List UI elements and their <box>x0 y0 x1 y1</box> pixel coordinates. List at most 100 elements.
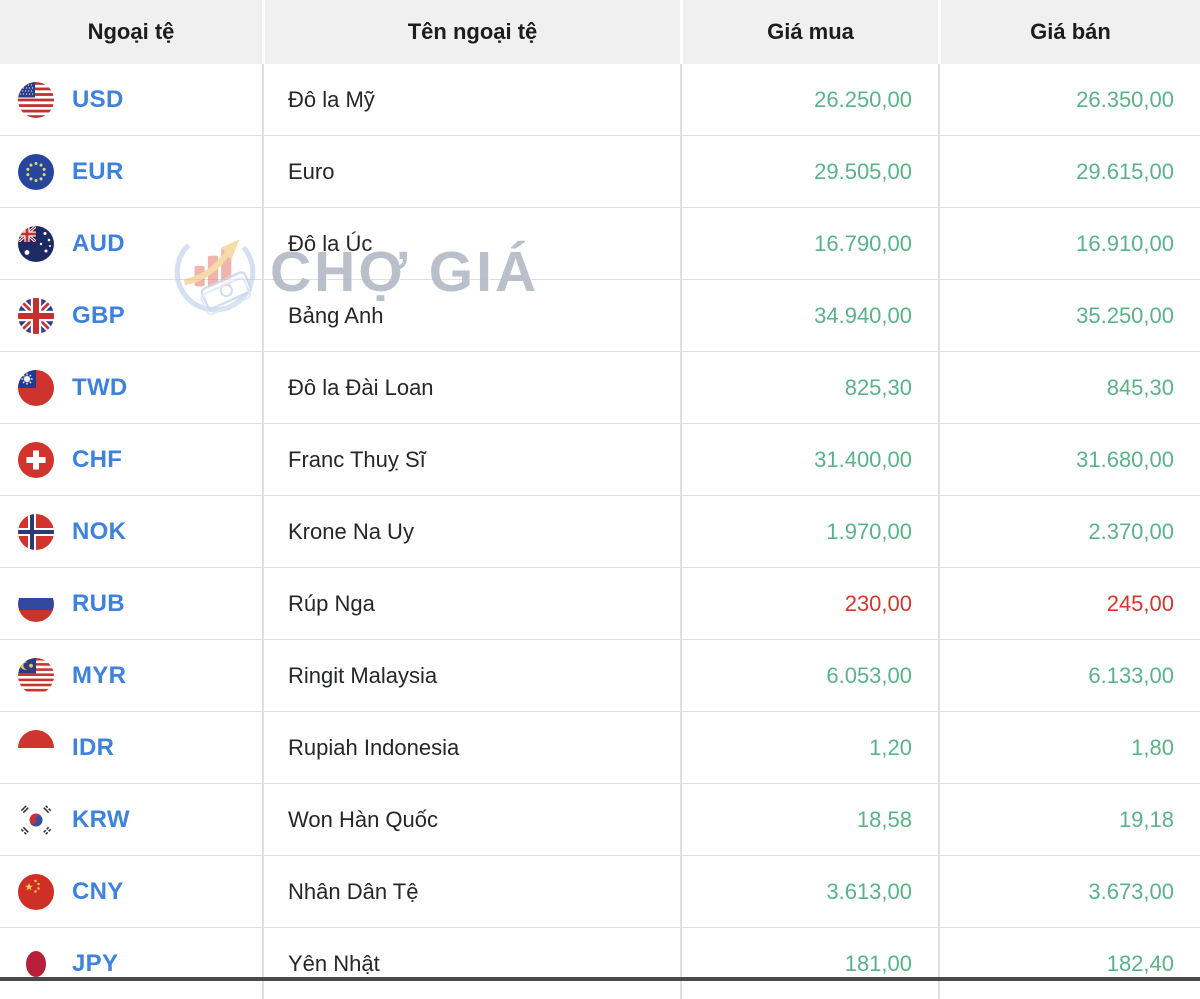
krw-flag-icon <box>18 801 54 838</box>
sell-price-cell: 26.350,00 <box>940 64 1200 135</box>
sell-price-cell: 31.680,00 <box>940 424 1200 495</box>
currency-code-link[interactable]: CNY <box>72 878 124 906</box>
currency-name-cell: Đô la Mỹ <box>264 64 680 135</box>
table-row: USD Đô la Mỹ 26.250,00 26.350,00 <box>0 64 1200 135</box>
currency-name-cell: Euro <box>264 136 680 207</box>
currency-code-link[interactable]: GBP <box>72 302 125 330</box>
sell-price-cell: 3.673,00 <box>940 856 1200 927</box>
currency-cell: AUD <box>0 208 262 279</box>
currency-cell: RUB <box>0 568 262 639</box>
currency-name: Rúp Nga <box>288 590 375 616</box>
table-row: KRW Won Hàn Quốc 18,58 19,18 <box>0 784 1200 855</box>
sell-price: 1,80 <box>1131 734 1174 760</box>
sell-price-cell: 845,30 <box>940 352 1200 423</box>
currency-code-link[interactable]: JPY <box>72 950 118 978</box>
buy-price: 18,58 <box>856 806 912 832</box>
sell-price-cell: 19,18 <box>940 784 1200 855</box>
currency-cell: JPY <box>0 928 262 999</box>
currency-name: Franc Thuỵ Sĩ <box>288 446 426 472</box>
currency-name-cell: Krone Na Uy <box>264 496 680 567</box>
buy-price-cell: 29.505,00 <box>682 136 938 207</box>
header-currency-name: Tên ngoại tệ <box>265 0 680 64</box>
buy-price: 825,30 <box>844 374 912 400</box>
buy-price: 1.970,00 <box>826 518 912 544</box>
currency-code-link[interactable]: TWD <box>72 374 128 402</box>
buy-price-cell: 16.790,00 <box>682 208 938 279</box>
currency-code-link[interactable]: NOK <box>72 518 126 546</box>
currency-name-cell: Franc Thuỵ Sĩ <box>264 424 680 495</box>
buy-price-cell: 34.940,00 <box>682 280 938 351</box>
table-row: AUD Đô la Úc 16.790,00 16.910,00 <box>0 208 1200 279</box>
currency-cell: GBP <box>0 280 262 351</box>
buy-price: 230,00 <box>844 590 912 616</box>
currency-code-link[interactable]: IDR <box>72 734 114 762</box>
buy-price-cell: 181,00 <box>682 928 938 999</box>
buy-price: 6.053,00 <box>826 662 912 688</box>
sell-price: 26.350,00 <box>1076 86 1174 112</box>
currency-code-link[interactable]: USD <box>72 86 124 114</box>
currency-code-link[interactable]: CHF <box>72 446 122 474</box>
sell-price-cell: 35.250,00 <box>940 280 1200 351</box>
currency-cell: CHF <box>0 424 262 495</box>
buy-price: 181,00 <box>844 950 912 976</box>
sell-price-cell: 1,80 <box>940 712 1200 783</box>
table-row: CHF Franc Thuỵ Sĩ 31.400,00 31.680,00 <box>0 424 1200 495</box>
header-buy-price: Giá mua <box>683 0 938 64</box>
buy-price-cell: 1,20 <box>682 712 938 783</box>
buy-price-cell: 230,00 <box>682 568 938 639</box>
gbp-flag-icon <box>18 297 54 334</box>
table-row: NOK Krone Na Uy 1.970,00 2.370,00 <box>0 496 1200 567</box>
table-row: MYR Ringit Malaysia 6.053,00 6.133,00 <box>0 640 1200 711</box>
currency-name-cell: Ringit Malaysia <box>264 640 680 711</box>
currency-cell: EUR <box>0 136 262 207</box>
table-row: TWD Đô la Đài Loan 825,30 845,30 <box>0 352 1200 423</box>
sell-price: 19,18 <box>1118 806 1174 832</box>
buy-price: 26.250,00 <box>814 86 912 112</box>
sell-price-cell: 16.910,00 <box>940 208 1200 279</box>
currency-cell: KRW <box>0 784 262 855</box>
exchange-rate-table: Ngoại tệ Tên ngoại tệ Giá mua Giá bán US… <box>0 0 1200 999</box>
currency-code-link[interactable]: AUD <box>72 230 125 258</box>
cny-flag-icon <box>18 873 54 910</box>
buy-price: 1,20 <box>869 734 912 760</box>
buy-price: 34.940,00 <box>814 302 912 328</box>
sell-price: 182,40 <box>1106 950 1174 976</box>
sell-price-cell: 245,00 <box>940 568 1200 639</box>
currency-name-cell: Rupiah Indonesia <box>264 712 680 783</box>
twd-flag-icon <box>18 369 54 406</box>
table-row: IDR Rupiah Indonesia 1,20 1,80 <box>0 712 1200 783</box>
sell-price-cell: 6.133,00 <box>940 640 1200 711</box>
currency-code-link[interactable]: KRW <box>72 806 130 834</box>
currency-cell: CNY <box>0 856 262 927</box>
buy-price: 16.790,00 <box>814 230 912 256</box>
currency-name: Euro <box>288 158 335 184</box>
buy-price-cell: 26.250,00 <box>682 64 938 135</box>
currency-name: Rupiah Indonesia <box>288 734 460 760</box>
table-row: RUB Rúp Nga 230,00 245,00 <box>0 568 1200 639</box>
rub-flag-icon <box>18 585 54 622</box>
table-row: EUR Euro 29.505,00 29.615,00 <box>0 136 1200 207</box>
currency-name: Won Hàn Quốc <box>288 806 439 832</box>
sell-price: 6.133,00 <box>1088 662 1174 688</box>
buy-price: 3.613,00 <box>826 878 912 904</box>
buy-price: 29.505,00 <box>814 158 912 184</box>
currency-name: Đô la Mỹ <box>288 86 375 112</box>
currency-code-link[interactable]: RUB <box>72 590 125 618</box>
currency-name-cell: Bảng Anh <box>264 280 680 351</box>
sell-price: 35.250,00 <box>1076 302 1174 328</box>
currency-code-link[interactable]: EUR <box>72 158 124 186</box>
currency-name: Đô la Úc <box>288 230 373 256</box>
idr-flag-icon <box>18 729 54 766</box>
table-row: JPY Yên Nhật 181,00 182,40 <box>0 928 1200 999</box>
buy-price: 31.400,00 <box>814 446 912 472</box>
sell-price-cell: 29.615,00 <box>940 136 1200 207</box>
nok-flag-icon <box>18 513 54 550</box>
table-body: USD Đô la Mỹ 26.250,00 26.350,00 EUR Eur… <box>0 64 1200 999</box>
bottom-edge-bar <box>0 977 1200 981</box>
currency-name-cell: Nhân Dân Tệ <box>264 856 680 927</box>
buy-price-cell: 31.400,00 <box>682 424 938 495</box>
currency-code-link[interactable]: MYR <box>72 662 126 690</box>
currency-name-cell: Rúp Nga <box>264 568 680 639</box>
sell-price-cell: 182,40 <box>940 928 1200 999</box>
currency-cell: TWD <box>0 352 262 423</box>
